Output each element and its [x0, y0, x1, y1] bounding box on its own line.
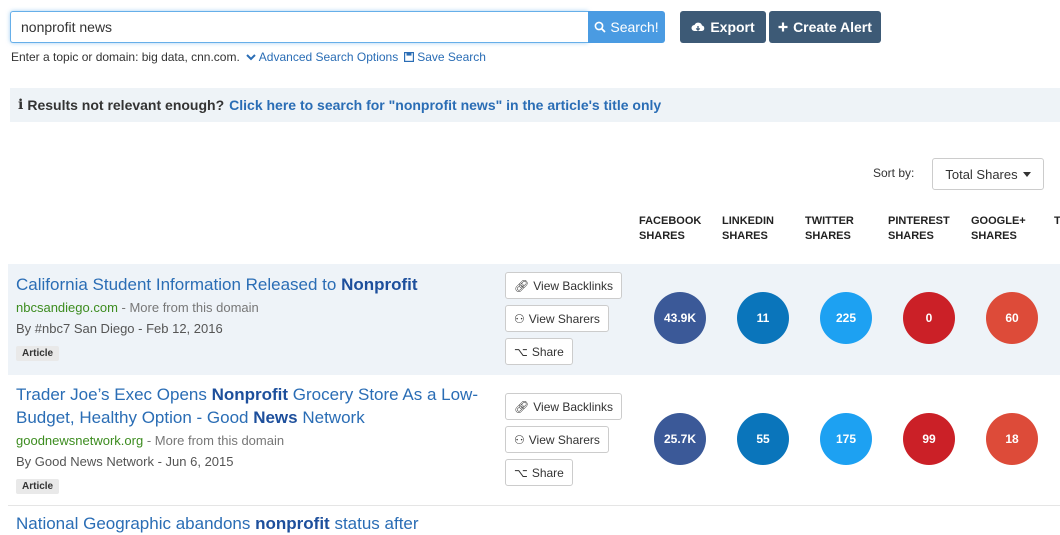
cloud-download-icon	[691, 22, 705, 32]
users-icon: ⚇	[514, 432, 525, 447]
save-search-label: Save Search	[417, 50, 486, 64]
result-domain-line: goodnewsnetwork.org - More from this dom…	[16, 433, 284, 448]
col-twitter-shares[interactable]: TWITTER SHARES	[805, 214, 875, 244]
sort-dropdown[interactable]: Total Shares	[932, 158, 1044, 190]
create-alert-label: Create Alert	[793, 19, 872, 35]
result-title[interactable]: California Student Information Released …	[16, 273, 418, 296]
sort-selected: Total Shares	[945, 166, 1018, 182]
view-sharers-button[interactable]: ⚇ View Sharers	[505, 305, 609, 332]
twitter-shares-count: 225	[820, 292, 872, 344]
view-backlinks-button[interactable]: 🔗︎ View Backlinks	[505, 272, 623, 299]
pinterest-shares-count: 0	[903, 292, 955, 344]
relevance-notice: i Results not relevant enough? Click her…	[10, 88, 1060, 122]
view-backlinks-button[interactable]: 🔗︎ View Backlinks	[505, 393, 623, 420]
facebook-shares-count: 25.7K	[654, 413, 706, 465]
create-alert-button[interactable]: Create Alert	[769, 11, 881, 43]
search-hint: Enter a topic or domain: big data, cnn.c…	[11, 50, 240, 64]
search-button[interactable]: Search!	[588, 11, 665, 43]
result-title[interactable]: National Geographic abandons nonprofit s…	[16, 512, 419, 535]
result-domain-line: nbcsandiego.com - More from this domain	[16, 300, 259, 315]
search-button-label: Search!	[610, 19, 659, 35]
facebook-shares-count: 43.9K	[654, 292, 706, 344]
caret-down-icon	[1022, 171, 1031, 177]
title-only-search-link[interactable]: Click here to search for "nonprofit news…	[229, 97, 661, 113]
plus-icon	[778, 22, 788, 32]
result-type-badge: Article	[16, 479, 60, 494]
linkedin-shares-count: 55	[737, 413, 789, 465]
link-icon: 🔗︎	[514, 399, 530, 414]
col-googleplus-shares[interactable]: GOOGLE+ SHARES	[971, 214, 1041, 244]
export-label: Export	[710, 19, 755, 35]
twitter-shares-count: 175	[820, 413, 872, 465]
save-search-link[interactable]: Save Search	[404, 50, 486, 64]
result-domain[interactable]: nbcsandiego.com	[16, 300, 118, 315]
result-title[interactable]: Trader Joe’s Exec Opens Nonprofit Grocer…	[16, 383, 496, 429]
result-byline: By Good News Network - Jun 6, 2015	[16, 454, 234, 469]
linkedin-shares-count: 11	[737, 292, 789, 344]
result-byline: By #nbc7 San Diego - Feb 12, 2016	[16, 321, 223, 336]
view-sharers-button[interactable]: ⚇ View Sharers	[505, 426, 609, 453]
notice-text: Results not relevant enough?	[27, 97, 225, 113]
link-icon: 🔗︎	[514, 278, 530, 293]
advanced-search-label: Advanced Search Options	[258, 50, 399, 64]
share-button[interactable]: ⌥ Share	[505, 338, 573, 365]
more-from-domain[interactable]: - More from this domain	[118, 300, 259, 315]
col-pinterest-shares[interactable]: PINTEREST SHARES	[888, 214, 958, 244]
googleplus-shares-count: 18	[986, 413, 1038, 465]
search-icon	[594, 21, 607, 33]
col-linkedin-shares[interactable]: LINKEDIN SHARES	[722, 214, 792, 244]
col-facebook-shares[interactable]: FACEBOOK SHARES	[639, 214, 709, 244]
col-truncated[interactable]: T	[1054, 214, 1060, 229]
googleplus-shares-count: 60	[986, 292, 1038, 344]
share-icon: ⌥	[514, 465, 528, 480]
advanced-search-link[interactable]: Advanced Search Options	[246, 50, 398, 64]
share-icon: ⌥	[514, 344, 528, 359]
result-type-badge: Article	[16, 346, 60, 361]
sort-label: Sort by:	[873, 166, 915, 180]
pinterest-shares-count: 99	[903, 413, 955, 465]
more-from-domain[interactable]: - More from this domain	[143, 433, 284, 448]
chevron-down-icon	[246, 53, 256, 60]
export-button[interactable]: Export	[680, 11, 766, 43]
search-hint-line: Enter a topic or domain: big data, cnn.c…	[11, 50, 486, 64]
save-icon	[404, 52, 415, 62]
share-button[interactable]: ⌥ Share	[505, 459, 573, 486]
info-icon: i	[18, 97, 24, 113]
users-icon: ⚇	[514, 311, 525, 326]
result-domain[interactable]: goodnewsnetwork.org	[16, 433, 143, 448]
search-input[interactable]	[10, 11, 588, 43]
